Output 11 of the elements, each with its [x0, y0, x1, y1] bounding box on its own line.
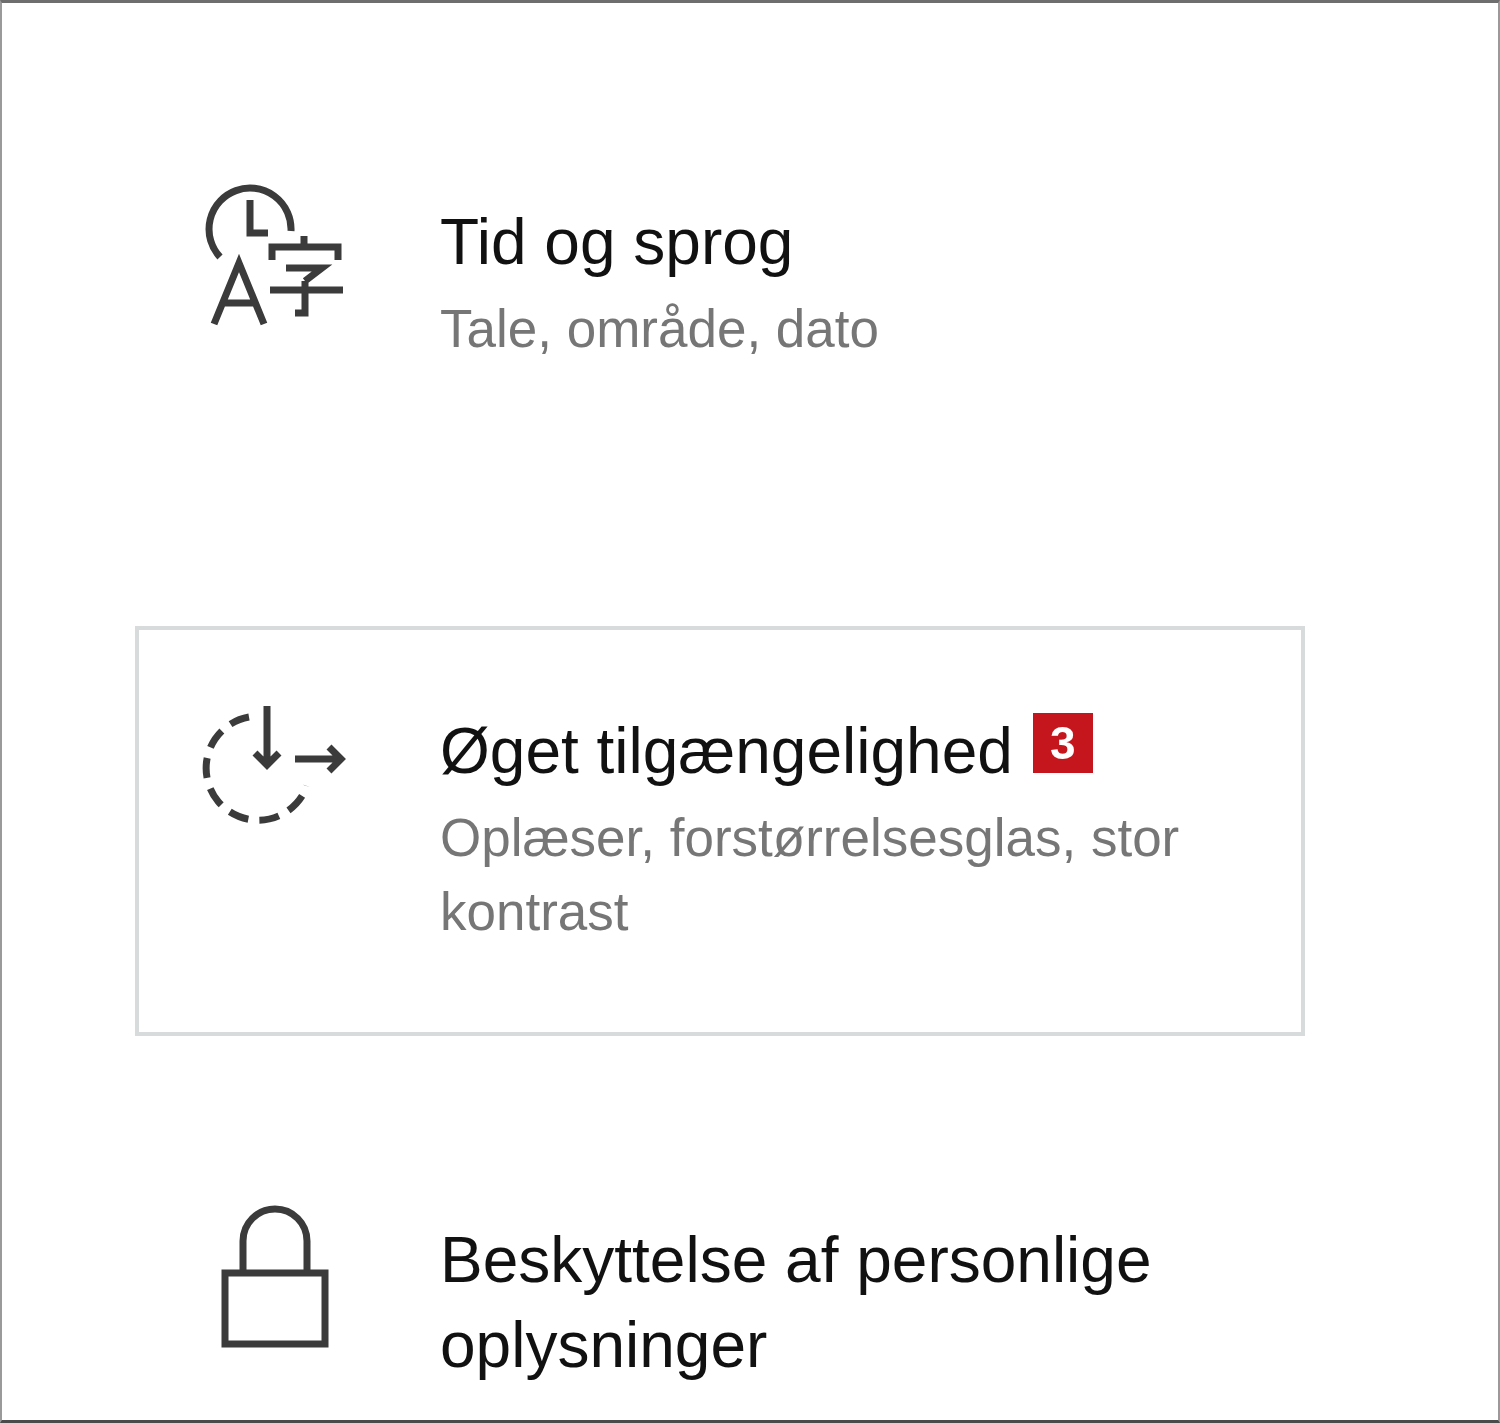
notification-badge: 3: [1032, 713, 1093, 773]
category-title: Tid og sprog: [440, 205, 794, 280]
category-title: Øget tilgængelighed: [440, 714, 1013, 789]
category-description: Tale, område, dato: [440, 298, 880, 360]
category-tile[interactable]: Tid og sprog Tale, område, dato: [135, 117, 1305, 527]
category-title: Beskyttelse af personlige oplysninger: [440, 1223, 1153, 1383]
category-tile[interactable]: Øget tilgængelighed 3 Oplæser, forstørrelsesglas, stor kontrast: [135, 626, 1305, 1036]
category-tile[interactable]: Beskyttelse af personlige oplysninger: [135, 1135, 1305, 1392]
category-description: Oplæser, forstørrelsesglas, stor kontrast: [440, 807, 1181, 943]
clock-letters-icon: [204, 183, 346, 328]
lock-icon: [221, 1205, 329, 1348]
